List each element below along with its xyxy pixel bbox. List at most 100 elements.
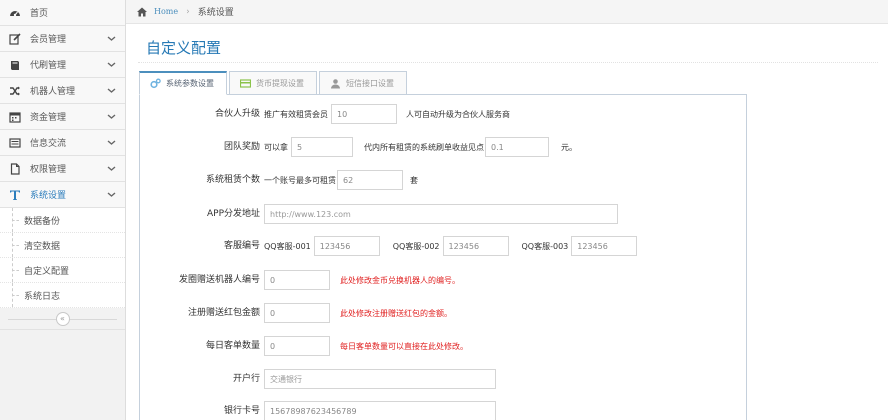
random-icon <box>8 84 22 98</box>
tab-label: 系统参数设置 <box>166 79 214 88</box>
submenu-item-custom-config[interactable]: 自定义配置 <box>0 258 125 283</box>
service-input-2[interactable]: 123456 <box>442 236 509 256</box>
service-input-1[interactable]: 123456 <box>313 236 380 256</box>
collapse-sidebar-button[interactable]: « <box>55 311 70 326</box>
service-name-2: QQ客服-002 <box>392 241 440 251</box>
breadcrumb-home-link[interactable]: Home <box>154 7 178 16</box>
list-icon <box>8 136 22 150</box>
chevron-down-icon <box>107 114 116 119</box>
book-icon <box>8 58 22 72</box>
robot-id-hint: 此处修改金币兑换机器人的编号。 <box>340 275 460 285</box>
settings-submenu: 数据备份 清空数据 自定义配置 系统日志 <box>0 208 125 308</box>
sidebar-item-permissions[interactable]: 权限管理 <box>0 156 125 182</box>
chevron-down-icon <box>107 192 116 197</box>
card-number-label: 银行卡号 <box>223 406 260 416</box>
sidebar-item-robots[interactable]: 机器人管理 <box>0 78 125 104</box>
rent-prefix: 一个账号最多可租赁 <box>264 175 336 185</box>
breadcrumb-current: 系统设置 <box>197 8 234 18</box>
daily-orders-label: 每日客单数量 <box>205 341 260 351</box>
home-icon <box>137 7 147 16</box>
rent-count-input[interactable]: 62 <box>337 170 403 190</box>
redpack-label: 注册赠送红包金额 <box>187 308 260 318</box>
robot-id-label: 发圈赠送机器人编号 <box>178 275 260 285</box>
team-suffix: 元。 <box>561 142 577 152</box>
tab-label: 短信接口设置 <box>346 78 394 88</box>
redpack-input[interactable]: 0 <box>264 303 330 323</box>
team-middle-text: 代内所有租赁的系统刷单收益见点 <box>364 142 484 152</box>
app-url-label: APP分发地址 <box>206 209 260 219</box>
calendar-icon <box>8 110 22 124</box>
daily-orders-hint: 每日客单数量可以直接在此处修改。 <box>340 341 468 351</box>
file-icon <box>8 162 22 176</box>
robot-id-input[interactable]: 0 <box>264 270 330 290</box>
bank-label: 开户行 <box>232 374 260 384</box>
team-reward-row: 可以拿 5 代内所有租赁的系统刷单收益见点 0.1 元。 <box>264 137 577 157</box>
page-title: 自定义配置 <box>146 39 222 57</box>
sidebar-item-members[interactable]: 会员管理 <box>0 26 125 52</box>
team-generation-input[interactable]: 5 <box>291 137 353 157</box>
team-reward-label: 团队奖励 <box>223 142 260 152</box>
sidebar-item-label: 机器人管理 <box>30 87 76 97</box>
partner-suffix: 人可自动升级为合伙人服务商 <box>406 109 510 119</box>
sidebar-item-label: 首页 <box>30 9 49 19</box>
submenu-item-system-log[interactable]: 系统日志 <box>0 283 125 308</box>
sidebar-item-brush[interactable]: 代刷管理 <box>0 52 125 78</box>
sidebar-item-label: 资金管理 <box>30 113 67 123</box>
partner-label: 合伙人升级 <box>214 109 260 119</box>
edit-icon <box>8 32 22 46</box>
service-name-3: QQ客服-003 <box>521 241 569 251</box>
submenu-item-backup[interactable]: 数据备份 <box>0 208 125 233</box>
chevron-down-icon <box>107 62 116 67</box>
tab-system-params[interactable]: 系统参数设置 <box>139 71 227 95</box>
rent-suffix: 套 <box>410 175 418 185</box>
service-input-3[interactable]: 123456 <box>571 236 638 256</box>
app-url-input[interactable]: http://www.123.com <box>264 204 618 224</box>
text-icon <box>8 188 22 202</box>
redpack-hint: 此处修改注册赠送红包的金额。 <box>340 308 452 318</box>
tab-withdraw[interactable]: 货币提现设置 <box>229 71 317 95</box>
credit-card-icon <box>240 78 251 88</box>
rent-count-label: 系统租赁个数 <box>205 175 260 185</box>
service-name-1: QQ客服-001 <box>264 241 311 251</box>
sidebar-collapse-bar: « <box>0 308 125 330</box>
team-reward-input[interactable]: 0.1 <box>485 137 549 157</box>
bank-input[interactable]: 交通银行 <box>264 369 496 389</box>
app-url-row: http://www.123.com <box>264 204 618 224</box>
user-icon <box>331 78 340 88</box>
config-tabs: 系统参数设置 货币提现设置 短信接口设置 <box>139 71 409 95</box>
rent-count-row: 一个账号最多可租赁 62 套 <box>264 170 418 190</box>
submenu-item-clear-data[interactable]: 清空数据 <box>0 233 125 258</box>
sidebar-item-messages[interactable]: 信息交流 <box>0 130 125 156</box>
partner-prefix: 推广有效租赁会员 <box>264 109 328 119</box>
daily-orders-input[interactable]: 0 <box>264 336 330 356</box>
sidebar-item-home[interactable]: 首页 <box>0 0 125 26</box>
daily-orders-row: 0 每日客单数量可以直接在此处修改。 <box>264 336 468 356</box>
redpack-row: 0 此处修改注册赠送红包的金额。 <box>264 303 452 323</box>
title-divider <box>138 62 878 63</box>
bank-row: 交通银行 <box>264 369 496 389</box>
chevron-down-icon <box>107 36 116 41</box>
tab-label: 货币提现设置 <box>256 78 304 88</box>
sidebar-item-settings[interactable]: 系统设置 <box>0 182 125 208</box>
dashboard-icon <box>8 6 22 20</box>
sidebar-item-label: 代刷管理 <box>30 61 67 71</box>
cogs-icon <box>150 78 161 89</box>
card-number-input[interactable]: 15678987623456789 <box>264 401 496 420</box>
partner-count-input[interactable]: 10 <box>331 104 397 124</box>
breadcrumb: Home › 系统设置 <box>126 0 888 24</box>
card-number-row: 15678987623456789 <box>264 401 496 420</box>
service-id-label: 客服编号 <box>223 241 260 251</box>
partner-row: 推广有效租赁会员 10 人可自动升级为合伙人服务商 <box>264 104 510 124</box>
chevron-down-icon <box>107 88 116 93</box>
breadcrumb-separator: › <box>186 6 190 17</box>
sidebar-item-funds[interactable]: 资金管理 <box>0 104 125 130</box>
service-id-row: QQ客服-001 123456 QQ客服-002 123456 QQ客服-003… <box>264 236 638 256</box>
robot-id-row: 0 此处修改金币兑换机器人的编号。 <box>264 270 460 290</box>
sidebar-item-label: 信息交流 <box>30 139 67 149</box>
sidebar: 首页 会员管理 代刷管理 机器人管理 资金管理 信息交流 权限管理 系统设置 数… <box>0 0 126 420</box>
sidebar-item-label: 权限管理 <box>30 165 67 175</box>
tab-sms[interactable]: 短信接口设置 <box>319 71 407 95</box>
sidebar-item-label: 系统设置 <box>30 191 67 201</box>
sidebar-item-label: 会员管理 <box>30 35 67 45</box>
chevron-down-icon <box>107 166 116 171</box>
